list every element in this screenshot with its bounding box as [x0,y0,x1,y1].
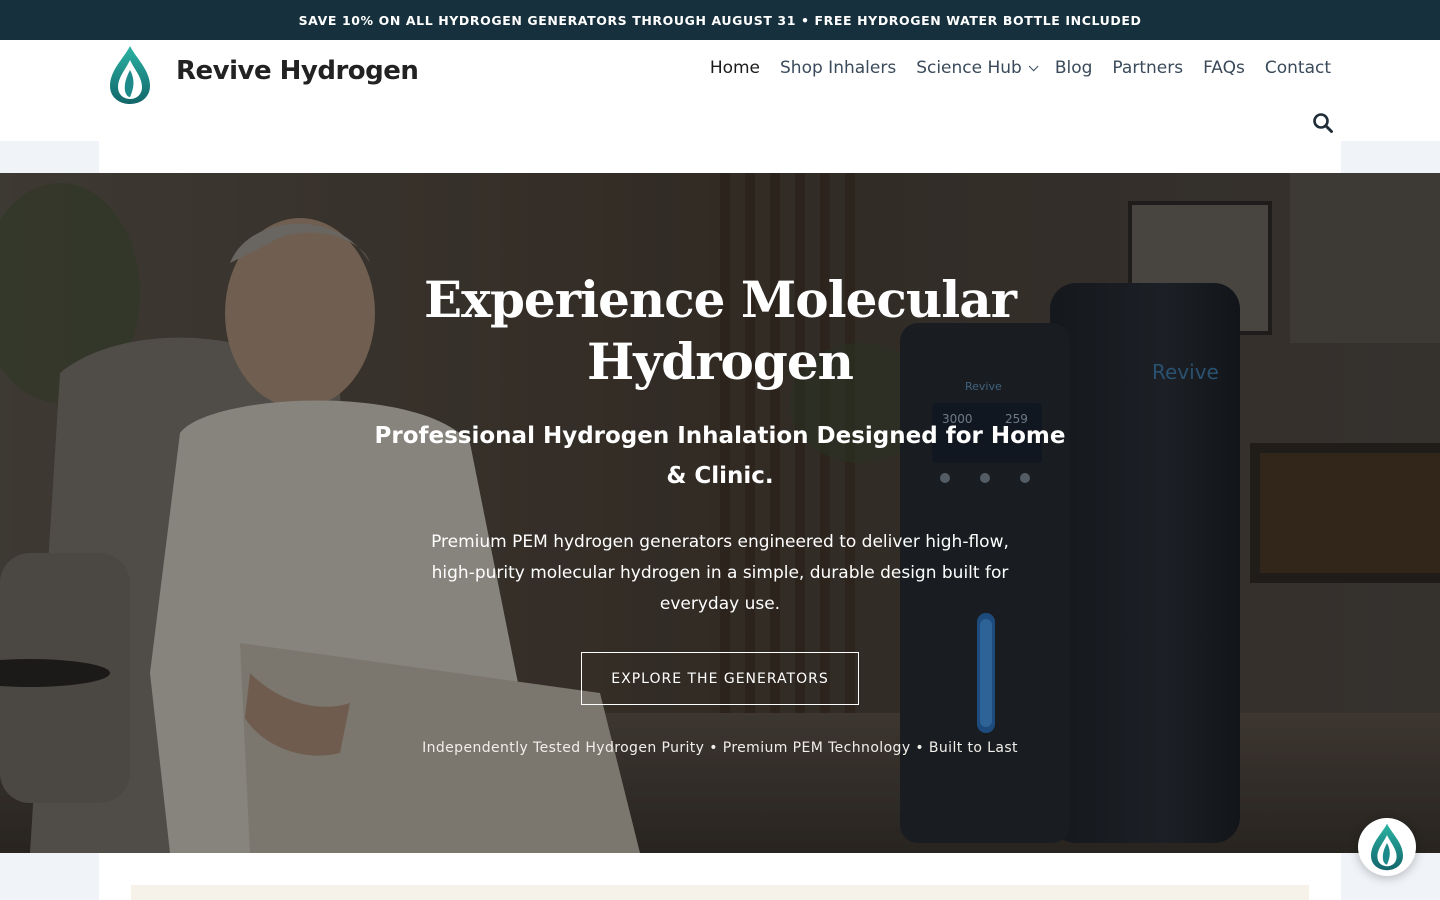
hero-content: Experience Molecular Hydrogen Profession… [0,173,1440,853]
chevron-down-icon [1028,60,1039,71]
nav-item-shop-inhalers[interactable]: Shop Inhalers [770,58,906,78]
nav-label: Blog [1054,58,1093,78]
announcement-bar: SAVE 10% ON ALL HYDROGEN GENERATORS THRO… [0,0,1440,40]
droplet-leaf-chat-icon [1371,823,1403,871]
nav-label: Partners [1112,58,1184,78]
nav-item-science-hub[interactable]: Science Hub [906,58,1045,78]
nav-item-blog[interactable]: Blog [1045,58,1103,78]
nav-label: Home [709,58,761,78]
nav-item-partners[interactable]: Partners [1102,58,1193,78]
nav-label: Science Hub [916,58,1022,78]
nav-item-home[interactable]: Home [700,58,770,78]
trust-line: Independently Tested Hydrogen Purity • P… [422,740,1018,756]
nav-label: Contact [1264,58,1331,78]
main-nav: Home Shop Inhalers Science Hub Blog Part… [700,58,1331,78]
content-card [131,885,1309,900]
nav-item-faqs[interactable]: FAQs [1193,58,1255,78]
brand-name[interactable]: Revive Hydrogen [176,56,419,86]
site-header: Revive Hydrogen Home Shop Inhalers Scien… [0,40,1440,141]
hero-description: Premium PEM hydrogen generators engineer… [431,532,1009,614]
nav-label: Shop Inhalers [780,58,897,78]
explore-generators-button[interactable]: EXPLORE THE GENERATORS [581,652,859,705]
search-icon[interactable] [1311,111,1335,135]
droplet-leaf-logo-icon[interactable] [105,44,155,106]
hero-title: Experience Molecular Hydrogen [424,270,1017,391]
hero-subtitle: Professional Hydrogen Inhalation Designe… [374,423,1066,489]
nav-item-contact[interactable]: Contact [1255,58,1331,78]
announcement-text: SAVE 10% ON ALL HYDROGEN GENERATORS THRO… [298,12,1142,28]
header-spacer [99,141,1341,173]
hero-section: 3000 259 Revive Revive Experience Molecu… [0,173,1440,853]
nav-label: FAQs [1203,58,1245,78]
chat-widget-button[interactable] [1358,818,1416,876]
